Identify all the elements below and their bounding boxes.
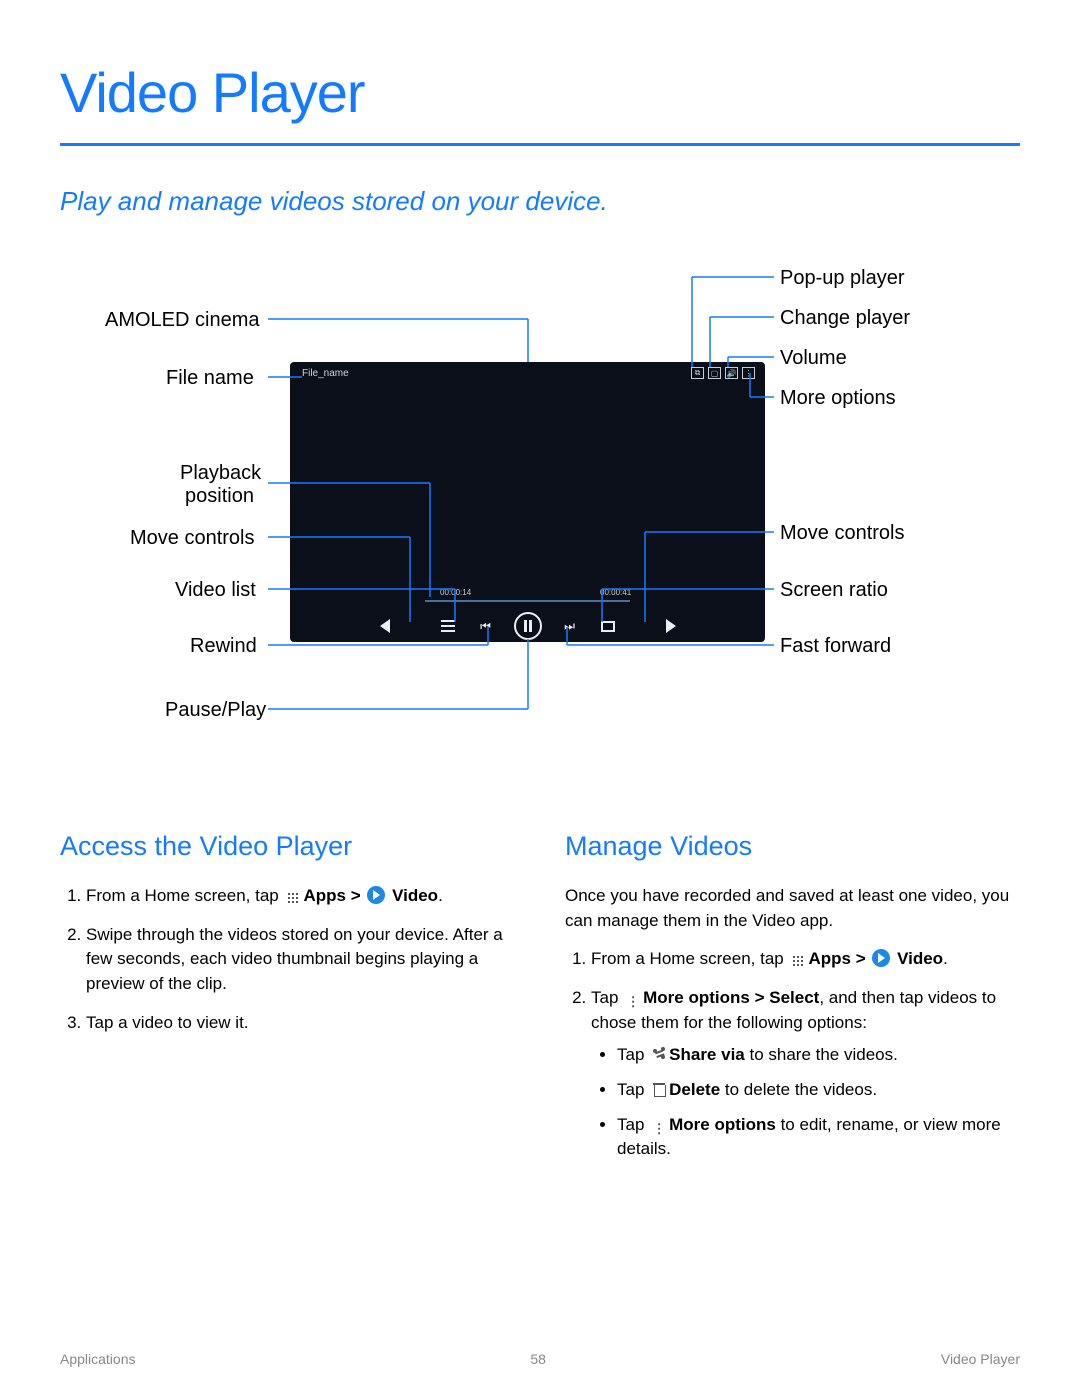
footer-left: Applications	[60, 1351, 136, 1367]
label-rewind: Rewind	[190, 635, 257, 658]
access-step-1: From a Home screen, tap Apps > Video.	[86, 884, 515, 909]
volume-icon: 🔊	[725, 367, 738, 379]
label-move-controls-left: Move controls	[130, 527, 255, 550]
page-footer: Applications 58 Video Player	[60, 1351, 1020, 1367]
access-step-2: Swipe through the videos stored on your …	[86, 923, 515, 997]
page-title: Video Player	[60, 60, 1020, 146]
label-videolist: Video list	[175, 579, 256, 602]
manage-step-1: From a Home screen, tap Apps > Video.	[591, 947, 1020, 972]
label-moreopt: More options	[780, 387, 896, 410]
move-right-icon	[666, 619, 676, 633]
videolist-icon	[438, 616, 458, 636]
mock-timeline	[425, 600, 630, 602]
popup-icon: ⧉	[691, 367, 704, 379]
video-app-icon	[872, 949, 890, 967]
label-filename: File name	[166, 367, 254, 390]
access-section: Access the Video Player From a Home scre…	[60, 827, 515, 1176]
label-changeplayer: Change player	[780, 307, 910, 330]
page-subtitle: Play and manage videos stored on your de…	[60, 186, 1020, 217]
mock-controls: ⏮ ⏭	[290, 612, 765, 640]
access-step-3: Tap a video to view it.	[86, 1011, 515, 1036]
move-left-icon	[380, 619, 390, 633]
label-pauseplay: Pause/Play	[165, 699, 266, 722]
label-popup: Pop-up player	[780, 267, 905, 290]
label-fastfwd: Fast forward	[780, 635, 891, 658]
instruction-columns: Access the Video Player From a Home scre…	[60, 827, 1020, 1176]
rewind-icon: ⏮	[476, 616, 496, 636]
footer-page-number: 58	[530, 1351, 546, 1367]
mock-top-icons: ⧉ ▢ 🔊 ⋮	[691, 367, 755, 379]
label-playback1: Playback	[180, 462, 261, 485]
delete-icon	[651, 1082, 667, 1098]
label-amoled: AMOLED cinema	[105, 309, 260, 332]
video-player-mockup: File_name ⧉ ▢ 🔊 ⋮ 00:00:14 00:00:41 ⏮ ⏭	[290, 362, 765, 642]
manage-heading: Manage Videos	[565, 827, 1020, 866]
mock-time-total: 00:00:41	[600, 588, 631, 597]
label-move-controls-right: Move controls	[780, 522, 905, 545]
pause-icon	[514, 612, 542, 640]
change-player-icon: ▢	[708, 367, 721, 379]
fastforward-icon: ⏭	[560, 616, 580, 636]
manage-bullet-share: Tap Share via to share the videos.	[617, 1043, 1020, 1068]
apps-icon	[285, 890, 301, 906]
share-icon	[651, 1047, 667, 1063]
more-options-icon	[625, 994, 641, 1010]
footer-right: Video Player	[941, 1351, 1020, 1367]
manage-section: Manage Videos Once you have recorded and…	[565, 827, 1020, 1176]
label-volume: Volume	[780, 347, 847, 370]
screenratio-icon	[598, 616, 618, 636]
label-screenratio: Screen ratio	[780, 579, 888, 602]
more-options-icon	[651, 1121, 667, 1137]
access-heading: Access the Video Player	[60, 827, 515, 866]
video-app-icon	[367, 886, 385, 904]
more-icon: ⋮	[742, 367, 755, 379]
manage-intro: Once you have recorded and saved at leas…	[565, 884, 1020, 933]
mock-filename: File_name	[302, 368, 349, 379]
mock-time-elapsed: 00:00:14	[440, 588, 471, 597]
manage-bullet-more: Tap More options to edit, rename, or vie…	[617, 1113, 1020, 1162]
annotated-diagram: AMOLED cinema File name Playback positio…	[60, 267, 1020, 787]
apps-icon	[790, 953, 806, 969]
manage-bullet-delete: Tap Delete to delete the videos.	[617, 1078, 1020, 1103]
label-playback2: position	[185, 485, 254, 508]
manage-step-2: Tap More options > Select, and then tap …	[591, 986, 1020, 1162]
